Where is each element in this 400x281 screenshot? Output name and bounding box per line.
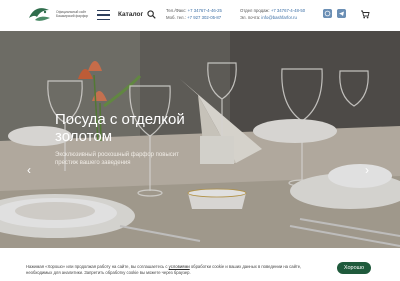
sales-label: Отдел продаж:: [240, 8, 270, 13]
logo-text: Официальный сайт Башкирский фарфор: [56, 10, 89, 19]
burger-line: [97, 14, 110, 16]
cookie-terms-link[interactable]: условиями: [169, 264, 190, 269]
mob-label: Моб. тел.:: [166, 14, 186, 20]
catalog-link[interactable]: Каталог: [118, 11, 143, 18]
contacts-phones: Тел./Факс: +7 34767-4-46-25 Моб. тел.: +…: [166, 8, 222, 21]
slider-prev-arrow-icon[interactable]: ‹: [24, 163, 34, 177]
cart-icon[interactable]: [360, 9, 370, 19]
email-label: Эл. почта:: [240, 14, 261, 20]
hero-subtitle: Эксклюзивный роскошный фарфор повысит пр…: [55, 152, 179, 166]
whatsapp-icon[interactable]: [323, 9, 332, 18]
search-icon[interactable]: [147, 10, 156, 19]
contacts-sales: Отдел продаж: +7 34767-4-48-50 Эл. почта…: [240, 8, 305, 21]
cookie-consent-bar: Нажимая «Хорошо» или продолжая работу на…: [0, 248, 400, 281]
tel-label: Тел./Факс:: [166, 8, 187, 13]
hero-banner: ‹ › Посуда с отделкой золотом Эксклюзивн…: [0, 31, 400, 248]
site-header: Официальный сайт Башкирский фарфор Катал…: [0, 0, 400, 31]
tel-value[interactable]: +7 34767-4-46-25: [188, 8, 222, 13]
cookie-accept-button[interactable]: Хорошо: [337, 262, 371, 274]
menu-burger-button[interactable]: [97, 10, 110, 20]
sales-value[interactable]: +7 34767-4-48-50: [271, 8, 305, 13]
mob-value[interactable]: +7 927 302-05-87: [187, 15, 221, 20]
slider-next-arrow-icon[interactable]: ›: [362, 163, 372, 177]
cookie-text: Нажимая «Хорошо» или продолжая работу на…: [26, 264, 326, 275]
telegram-icon[interactable]: [337, 9, 346, 18]
burger-line: [97, 10, 110, 12]
hero-title: Посуда с отделкой золотом: [55, 111, 185, 145]
cookie-text-before: Нажимая «Хорошо» или продолжая работу на…: [26, 264, 168, 269]
logo-icon[interactable]: [25, 4, 53, 26]
burger-line: [97, 18, 110, 20]
email-value[interactable]: info@bashfarfor.ru: [261, 15, 296, 20]
